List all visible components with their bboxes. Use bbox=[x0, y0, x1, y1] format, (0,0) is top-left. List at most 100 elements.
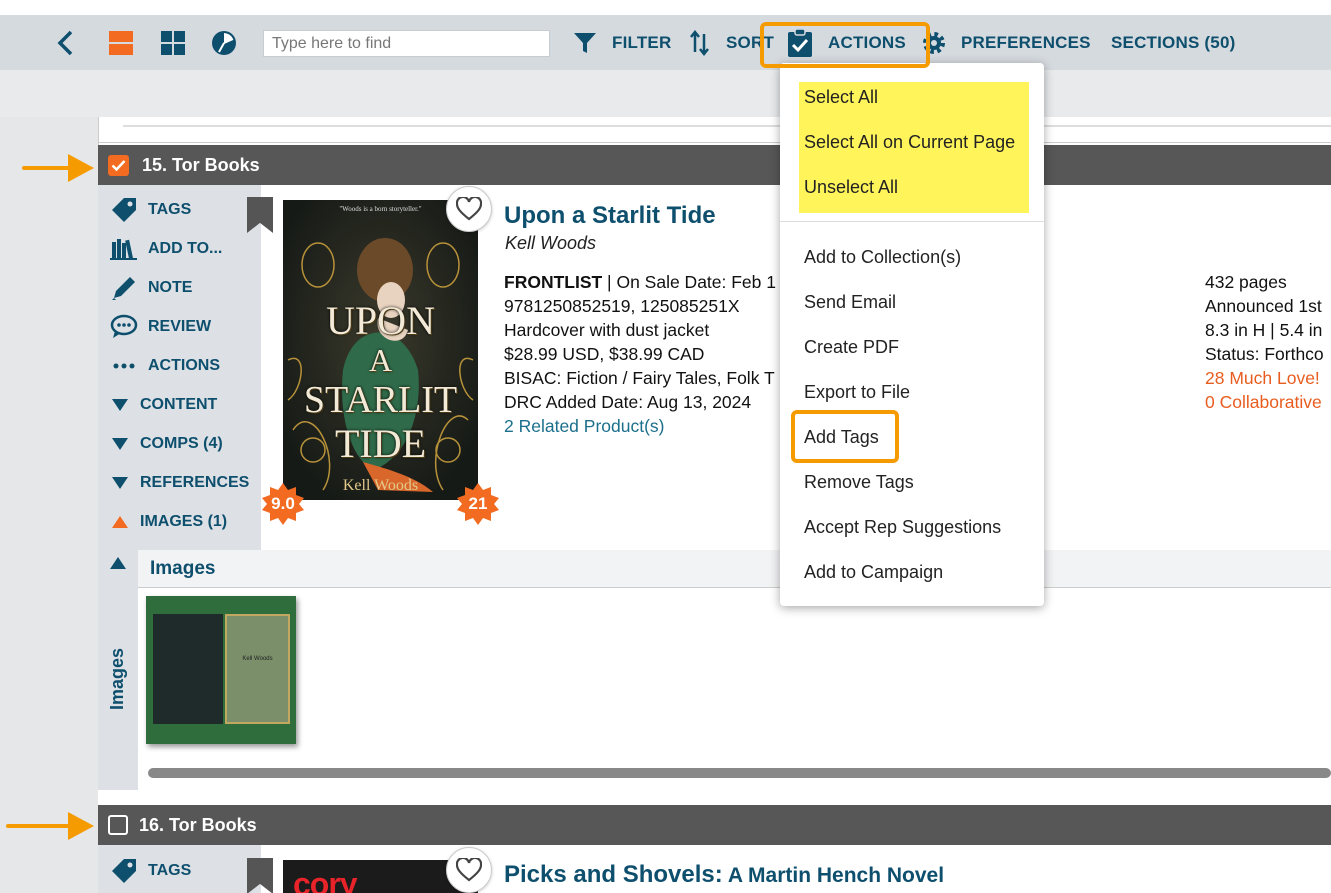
review-label: REVIEW bbox=[148, 318, 212, 335]
tags-action-16[interactable]: TAGS bbox=[110, 856, 191, 886]
thumb-caption: Kell Woods bbox=[242, 656, 273, 662]
much-love-link[interactable]: 28 Much Love! bbox=[1205, 366, 1324, 390]
sections-button[interactable]: SECTIONS (50) bbox=[1111, 15, 1235, 70]
grid-view-button[interactable] bbox=[160, 15, 186, 70]
menu-add-to-collections[interactable]: Add to Collection(s) bbox=[804, 247, 961, 268]
library-books-icon bbox=[110, 235, 138, 263]
pie-chart-icon bbox=[212, 30, 236, 55]
menu-unselect-all[interactable]: Unselect All bbox=[804, 177, 898, 198]
cover-title-line-1: UPON bbox=[326, 298, 435, 343]
checkmark-icon bbox=[111, 159, 126, 171]
left-gutter bbox=[0, 117, 98, 893]
drc-date: DRC Added Date: Aug 13, 2024 bbox=[504, 392, 752, 412]
heart-icon bbox=[456, 858, 482, 882]
back-button[interactable] bbox=[55, 15, 77, 70]
book-subtitle-16: A Martin Hench Novel bbox=[722, 864, 945, 887]
section-header-16[interactable]: 16. Tor Books bbox=[98, 805, 1331, 845]
section-checkbox-16[interactable] bbox=[108, 815, 128, 835]
add-tags-callout-box bbox=[791, 410, 899, 463]
caret-up-icon bbox=[110, 557, 126, 569]
dimensions: 8.3 in H | 5.4 in bbox=[1205, 320, 1323, 340]
count-value: 21 bbox=[468, 494, 488, 513]
menu-add-to-campaign[interactable]: Add to Campaign bbox=[804, 562, 943, 583]
frontlist-label: FRONTLIST bbox=[504, 272, 603, 292]
section-title-15: 15. Tor Books bbox=[142, 154, 260, 175]
menu-remove-tags[interactable]: Remove Tags bbox=[804, 472, 914, 493]
section-title-16: 16. Tor Books bbox=[139, 814, 257, 835]
caret-up-icon bbox=[110, 508, 130, 536]
sections-label: SECTIONS (50) bbox=[1111, 32, 1236, 52]
grid-view-icon bbox=[161, 30, 185, 55]
search-input[interactable] bbox=[263, 30, 550, 57]
score-value: 9.0 bbox=[271, 494, 295, 513]
pencil-icon bbox=[110, 274, 138, 302]
book-cover[interactable]: "Woods is a born storyteller." UPON A ST… bbox=[283, 200, 478, 500]
menu-create-pdf[interactable]: Create PDF bbox=[804, 337, 899, 358]
references-toggle[interactable]: REFERENCES bbox=[110, 468, 249, 498]
sale-date: | On Sale Date: Feb 1 bbox=[602, 272, 776, 292]
menu-export-to-file[interactable]: Export to File bbox=[804, 382, 910, 403]
book-title-16[interactable]: Picks and Shovels: A Martin Hench Novel bbox=[504, 861, 944, 889]
arrow-right-icon bbox=[6, 812, 94, 840]
comps-toggle[interactable]: COMPS (4) bbox=[110, 429, 223, 459]
count-badge: 21 bbox=[457, 483, 499, 525]
content-toggle[interactable]: CONTENT bbox=[110, 390, 217, 420]
caret-down-icon bbox=[110, 430, 130, 458]
list-view-button[interactable] bbox=[108, 15, 134, 70]
actions-callout-box bbox=[760, 22, 930, 68]
section-actions-16: TAGS bbox=[98, 845, 261, 893]
book-title[interactable]: Upon a Starlit Tide bbox=[504, 202, 716, 230]
images-panel-header: Images bbox=[138, 550, 1331, 588]
collaborative-link[interactable]: 0 Collaborative bbox=[1205, 390, 1324, 414]
cover-author: Kell Woods bbox=[342, 477, 419, 494]
tags-action[interactable]: TAGS bbox=[110, 195, 191, 225]
score-badge: 9.0 bbox=[262, 483, 304, 525]
content-label: CONTENT bbox=[140, 396, 218, 413]
image-thumbnail[interactable]: Kell Woods bbox=[146, 596, 296, 744]
menu-accept-rep-suggestions[interactable]: Accept Rep Suggestions bbox=[804, 517, 1001, 538]
sort-icon bbox=[690, 29, 709, 56]
tags-label-16: TAGS bbox=[148, 862, 192, 879]
bisac: BISAC: Fiction / Fairy Tales, Folk T bbox=[504, 368, 775, 388]
list-view-icon bbox=[109, 30, 133, 55]
filter-label: FILTER bbox=[612, 32, 672, 52]
images-toggle[interactable]: IMAGES (1) bbox=[110, 507, 227, 537]
menu-send-email[interactable]: Send Email bbox=[804, 292, 896, 313]
references-label: REFERENCES bbox=[140, 474, 250, 491]
cover-16-text: cory bbox=[293, 866, 358, 893]
related-products-link[interactable]: 2 Related Product(s) bbox=[504, 414, 776, 438]
sub-toolbar bbox=[0, 70, 1331, 117]
isbn: 9781250852519, 125085251X bbox=[504, 296, 740, 316]
horizontal-scrollbar[interactable] bbox=[148, 768, 1331, 778]
preferences-label: PREFERENCES bbox=[961, 32, 1091, 52]
section-actions-15: TAGS ADD TO... NOTE REVIEW ACTIONS CONTE… bbox=[98, 185, 261, 550]
cover-title-line-2: A bbox=[368, 342, 393, 378]
cover-title-line-4: TIDE bbox=[334, 421, 427, 466]
add-to-action[interactable]: ADD TO... bbox=[110, 234, 222, 264]
more-actions[interactable]: ACTIONS bbox=[110, 351, 220, 381]
dashboard-button[interactable] bbox=[211, 15, 237, 70]
menu-select-all[interactable]: Select All bbox=[804, 87, 878, 108]
thumb-left-page bbox=[153, 614, 223, 724]
top-toolbar: FILTER SORT ACTIONS PREFERENCES SECTIONS… bbox=[0, 15, 1331, 70]
menu-divider bbox=[780, 221, 1044, 222]
arrow-right-icon bbox=[22, 154, 94, 182]
add-to-label: ADD TO... bbox=[148, 240, 223, 257]
filter-button[interactable]: FILTER bbox=[573, 15, 671, 70]
caret-down-icon bbox=[110, 391, 130, 419]
note-action[interactable]: NOTE bbox=[110, 273, 192, 303]
actions-action-label: ACTIONS bbox=[148, 357, 220, 374]
caret-down-icon bbox=[110, 469, 130, 497]
section-checkbox-15[interactable] bbox=[108, 154, 129, 176]
heart-icon bbox=[456, 197, 482, 221]
preferences-button[interactable]: PREFERENCES bbox=[921, 15, 1091, 70]
cover-title: UPON A STARLIT TIDE bbox=[283, 300, 478, 466]
favorite-button-16[interactable] bbox=[446, 847, 492, 893]
images-side-tab[interactable]: Images bbox=[98, 550, 138, 790]
section-header-15[interactable]: 15. Tor Books bbox=[98, 145, 1331, 185]
review-action[interactable]: REVIEW bbox=[110, 312, 211, 342]
tag-icon bbox=[110, 857, 138, 885]
status: Status: Forthco bbox=[1205, 344, 1324, 364]
favorite-button[interactable] bbox=[446, 186, 492, 232]
menu-select-all-current-page[interactable]: Select All on Current Page bbox=[804, 132, 1015, 153]
